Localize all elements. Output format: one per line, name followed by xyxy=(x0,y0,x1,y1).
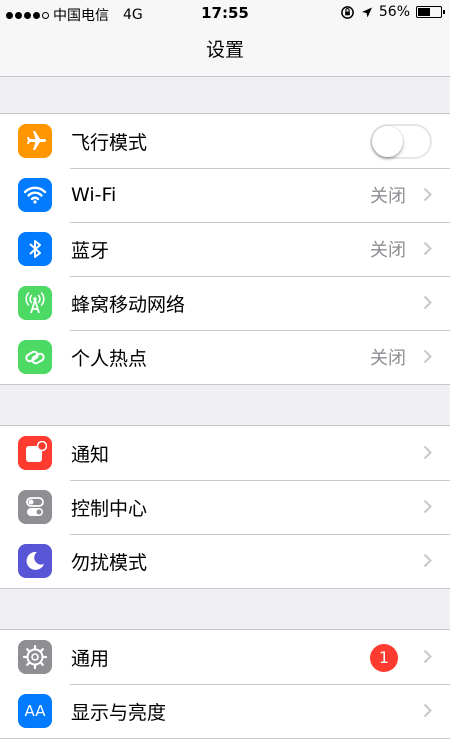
nav-bar: 设置 xyxy=(0,26,450,77)
update-badge: 1 xyxy=(370,644,398,672)
row-label: 勿扰模式 xyxy=(71,551,148,574)
battery-percent: 56% xyxy=(378,4,410,20)
row-bluetooth[interactable]: 蓝牙 关闭 xyxy=(0,222,450,276)
chevron-right-icon xyxy=(423,187,432,202)
battery-level xyxy=(418,8,431,16)
hotspot-link-icon xyxy=(18,340,52,374)
row-general[interactable]: 通用 1 xyxy=(0,630,450,684)
chevron-right-icon xyxy=(423,445,432,460)
status-bar: 中国电信 4G 17:55 56% xyxy=(0,0,450,26)
wifi-icon xyxy=(18,178,52,212)
row-cellular[interactable]: 蜂窝移动网络 xyxy=(0,276,450,330)
chevron-right-icon xyxy=(423,499,432,514)
chevron-right-icon xyxy=(423,241,432,256)
toggle-knob xyxy=(372,126,403,157)
rotation-lock-icon xyxy=(341,5,354,19)
display-brightness-icon: AA xyxy=(18,694,52,728)
page-title: 设置 xyxy=(205,39,244,61)
settings-group-connectivity: 飞行模式 Wi-Fi 关闭 蓝牙 关闭 蜂窝移动网络 个人热点 关闭 xyxy=(0,113,450,385)
chevron-right-icon xyxy=(423,703,432,718)
row-control-center[interactable]: 控制中心 xyxy=(0,480,450,534)
row-label: 通用 xyxy=(71,647,110,670)
settings-group-notifications: 通知 控制中心 勿扰模式 xyxy=(0,425,450,589)
control-center-icon xyxy=(18,490,52,524)
location-arrow-icon xyxy=(361,7,372,17)
row-notifications[interactable]: 通知 xyxy=(0,426,450,480)
row-label: Wi-Fi xyxy=(71,184,117,206)
settings-group-general: 通用 1 AA 显示与亮度 xyxy=(0,629,450,739)
row-label: 通知 xyxy=(71,443,110,466)
battery-icon xyxy=(416,6,445,18)
gear-icon xyxy=(18,640,52,674)
row-personal-hotspot[interactable]: 个人热点 关闭 xyxy=(0,330,450,384)
row-do-not-disturb[interactable]: 勿扰模式 xyxy=(0,534,450,588)
row-value: 关闭 xyxy=(370,348,406,369)
row-label: 控制中心 xyxy=(71,497,148,520)
moon-icon xyxy=(18,544,52,578)
antenna-icon xyxy=(18,286,52,320)
chevron-right-icon xyxy=(423,649,432,664)
row-label: 飞行模式 xyxy=(71,131,148,154)
row-airplane-mode[interactable]: 飞行模式 xyxy=(0,114,450,168)
row-label: 蓝牙 xyxy=(71,239,110,262)
icon-glyph-text: AA xyxy=(24,702,46,720)
row-label: 显示与亮度 xyxy=(71,701,167,724)
airplane-icon xyxy=(18,124,52,158)
notification-icon xyxy=(18,436,52,470)
airplane-mode-toggle[interactable] xyxy=(370,124,432,159)
chevron-right-icon xyxy=(423,349,432,364)
chevron-right-icon xyxy=(423,553,432,568)
row-label: 个人热点 xyxy=(71,347,148,370)
row-wifi[interactable]: Wi-Fi 关闭 xyxy=(0,168,450,222)
row-value: 关闭 xyxy=(370,240,406,261)
chevron-right-icon xyxy=(423,295,432,310)
row-value: 关闭 xyxy=(370,186,406,207)
bluetooth-icon xyxy=(18,232,52,266)
row-label: 蜂窝移动网络 xyxy=(71,293,186,316)
row-display-brightness[interactable]: AA 显示与亮度 xyxy=(0,684,450,738)
